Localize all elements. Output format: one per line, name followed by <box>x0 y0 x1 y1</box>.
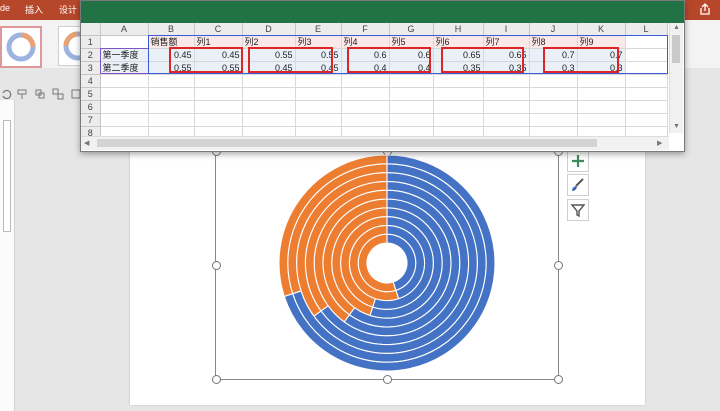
column-header[interactable]: H <box>433 23 484 36</box>
chart-style-thumbnail-1[interactable] <box>0 26 42 68</box>
chart-elements-button[interactable] <box>567 150 589 172</box>
resize-handle[interactable] <box>383 375 392 384</box>
column-header[interactable]: I <box>483 23 530 36</box>
red-annotation-box <box>169 47 243 73</box>
scroll-right-icon[interactable]: ▶ <box>657 139 662 147</box>
format-painter-icon[interactable] <box>16 88 28 100</box>
resize-handle[interactable] <box>212 375 221 384</box>
red-annotation-box <box>347 47 431 73</box>
share-icon[interactable] <box>698 2 712 16</box>
column-header[interactable]: E <box>295 23 342 36</box>
row-header[interactable]: 6 <box>81 100 101 114</box>
column-header[interactable]: F <box>341 23 390 36</box>
scroll-up-icon[interactable]: ▲ <box>673 24 680 31</box>
scroll-thumb[interactable] <box>672 35 680 63</box>
category-range-highlight <box>100 48 149 74</box>
red-annotation-box <box>543 47 619 73</box>
row-header[interactable]: 4 <box>81 74 101 88</box>
cell[interactable] <box>100 35 149 49</box>
brush-icon <box>572 178 584 191</box>
group-icon[interactable] <box>52 88 64 100</box>
column-header[interactable]: D <box>242 23 296 36</box>
undo-icon[interactable] <box>0 88 12 100</box>
scroll-left-icon[interactable]: ◀ <box>84 139 89 147</box>
scroll-down-icon[interactable]: ▼ <box>673 123 680 130</box>
plus-icon <box>572 155 584 167</box>
tab-design[interactable]: 设计 <box>59 3 77 16</box>
tab-home-partial[interactable]: de <box>0 3 10 13</box>
column-header[interactable]: J <box>529 23 578 36</box>
row-header[interactable]: 2 <box>81 48 101 62</box>
row-header[interactable]: 5 <box>81 87 101 101</box>
resize-handle[interactable] <box>212 261 221 270</box>
red-annotation-box <box>441 47 524 73</box>
select-all-corner[interactable] <box>81 23 101 36</box>
horizontal-scrollbar[interactable]: ◀ ▶ <box>81 136 669 150</box>
thumbnail-scrollbar[interactable] <box>3 120 11 232</box>
filter-icon <box>570 204 586 218</box>
column-header[interactable]: C <box>194 23 243 36</box>
shape-icon[interactable] <box>34 88 46 100</box>
chart-styles-button[interactable] <box>567 174 589 196</box>
chart-filters-button[interactable] <box>567 199 589 221</box>
scroll-thumb[interactable] <box>97 139 597 147</box>
red-annotation-box <box>248 47 333 73</box>
slide-thumbnail-panel <box>0 100 15 411</box>
donut-chart[interactable] <box>278 154 496 372</box>
column-header[interactable]: B <box>148 23 195 36</box>
excel-data-window: A B C D E F G H I J K L 1 销售额 列1 列2 列3 列… <box>80 0 685 152</box>
row-header[interactable]: 1 <box>81 35 101 49</box>
excel-title-bar[interactable] <box>81 1 684 23</box>
tab-insert[interactable]: 插入 <box>25 3 43 16</box>
row-header[interactable]: 7 <box>81 113 101 127</box>
column-header[interactable]: G <box>389 23 434 36</box>
column-header[interactable]: K <box>577 23 626 36</box>
row-header[interactable]: 3 <box>81 61 101 75</box>
vertical-scrollbar[interactable]: ▲ ▼ <box>669 23 683 133</box>
column-header[interactable]: L <box>625 23 668 36</box>
resize-handle[interactable] <box>554 375 563 384</box>
resize-handle[interactable] <box>554 261 563 270</box>
column-header[interactable]: A <box>100 23 149 36</box>
